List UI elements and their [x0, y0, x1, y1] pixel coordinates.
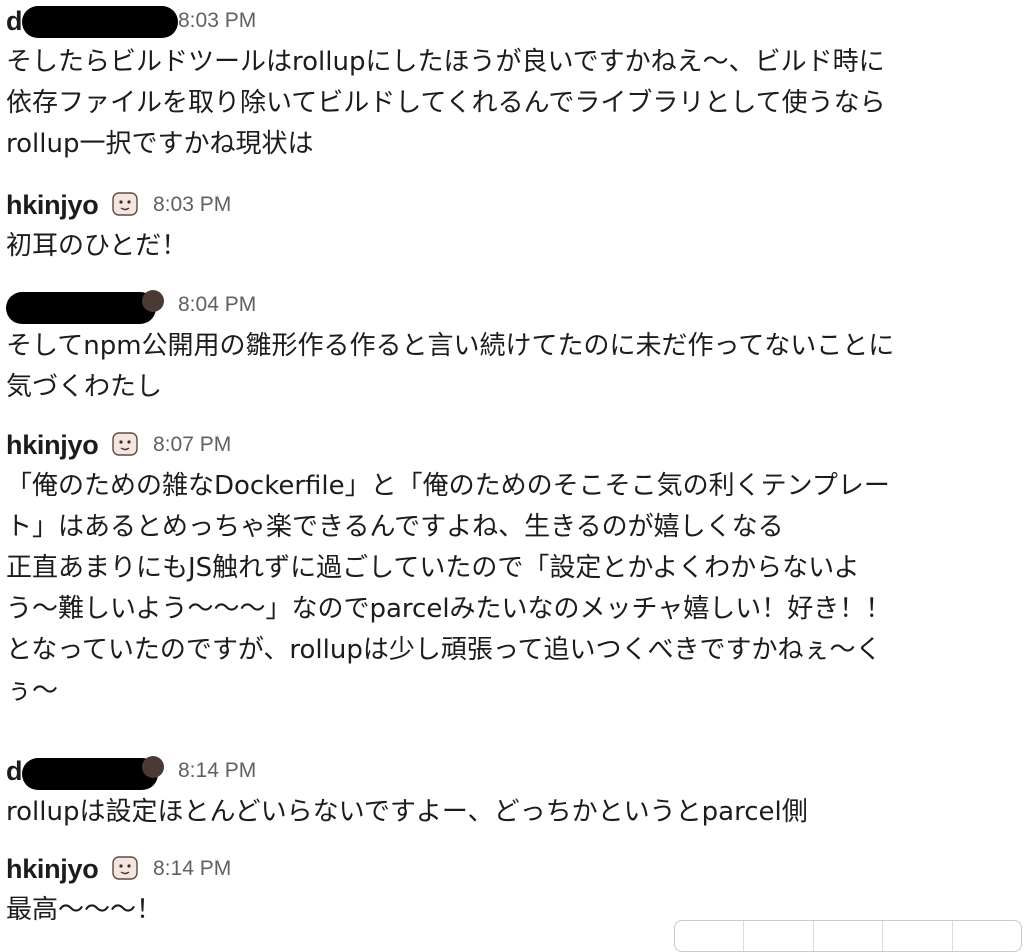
message: 8:04 PM そしてnpm公開用の雛形作る作ると言い続けてたのに未だ作ってない… [0, 284, 1010, 408]
message-header: hkinjyo 8:03 PM [0, 184, 1010, 226]
toolbar-action-button[interactable] [675, 921, 745, 951]
message-text: う〜難しいよう〜〜〜」なのでparcelみたいなのメッチャ嬉しい！好き！！ [6, 594, 892, 624]
toolbar-action-button[interactable] [744, 921, 814, 951]
timestamp[interactable]: 8:14 PM [178, 758, 256, 784]
message: d 8:14 PM rollupは設定ほとんどいらないですよー、どっちかというと… [0, 750, 1010, 833]
message: hkinjyo 8:03 PM 初耳のひとだ！ [0, 184, 1010, 267]
avatar-icon[interactable] [142, 756, 164, 778]
avatar-icon[interactable] [112, 191, 138, 217]
avatar-icon[interactable] [112, 431, 138, 457]
message-text: となっていたのですが、rollupは少し頑張って追いつくべきですかねぇ〜く [6, 635, 882, 665]
message-text: 「俺のための雑なDockerfile」と「俺のためのそこそこ気の利くテンプレー [6, 471, 890, 501]
avatar-icon[interactable] [142, 290, 164, 312]
message-text: 依存ファイルを取り除いてビルドしてくれるんでライブラリとして使うなら [6, 88, 886, 118]
author-name[interactable]: d [6, 754, 23, 788]
message: hkinjyo 8:14 PM 最高〜〜〜！ [0, 848, 1010, 931]
author-name[interactable]: hkinjyo [6, 428, 99, 462]
redaction-bar [6, 292, 156, 324]
message-text: そしてnpm公開用の雛形作る作ると言い続けてたのに未だ作ってないことに [6, 331, 895, 361]
message-text: 気づくわたし [6, 372, 163, 402]
message: d 8:03 PM そしたらビルドツールはrollupにしたほうが良いですかねえ… [0, 0, 1010, 165]
message-header: d 8:03 PM [0, 0, 1010, 42]
toolbar-action-button[interactable] [883, 921, 953, 951]
toolbar-action-button[interactable] [814, 921, 884, 951]
toolbar-action-button[interactable] [953, 921, 1021, 951]
message-text: ぅ〜 [6, 676, 59, 706]
redaction-bar [22, 758, 158, 790]
message-text: ト」はあるとめっちゃ楽できるんですよね、生きるのが嬉しくなる [6, 512, 784, 542]
timestamp[interactable]: 8:03 PM [178, 8, 256, 34]
message-text: そしたらビルドツールはrollupにしたほうが良いですかねえ〜、ビルド時に [6, 47, 885, 77]
timestamp[interactable]: 8:14 PM [153, 856, 231, 882]
message-header: hkinjyo 8:14 PM [0, 848, 1010, 890]
avatar-icon[interactable] [112, 855, 138, 881]
message-text: 正直あまりにもJS触れずに過ごしていたので「設定とかよくわからないよ [6, 553, 860, 583]
message-text: rollupは設定ほとんどいらないですよー、どっちかというとparcel側 [6, 797, 808, 827]
timestamp[interactable]: 8:03 PM [153, 192, 231, 218]
author-name[interactable]: d [6, 4, 23, 38]
message-header: d 8:14 PM [0, 750, 1010, 792]
author-name[interactable]: hkinjyo [6, 188, 99, 222]
message-text: rollup一択ですかね現状は [6, 129, 314, 159]
message-header: 8:04 PM [0, 284, 1010, 326]
timestamp[interactable]: 8:04 PM [178, 292, 256, 318]
message-actions-toolbar [674, 920, 1022, 952]
redaction-bar [22, 6, 178, 38]
message-text: 初耳のひとだ！ [6, 231, 188, 261]
timestamp[interactable]: 8:07 PM [153, 432, 231, 458]
message: hkinjyo 8:07 PM 「俺のための雑なDockerfile」と「俺のた… [0, 424, 1010, 712]
author-name[interactable]: hkinjyo [6, 852, 99, 886]
message-header: hkinjyo 8:07 PM [0, 424, 1010, 466]
message-list: d 8:03 PM そしたらビルドツールはrollupにしたほうが良いですかねえ… [0, 0, 1024, 935]
